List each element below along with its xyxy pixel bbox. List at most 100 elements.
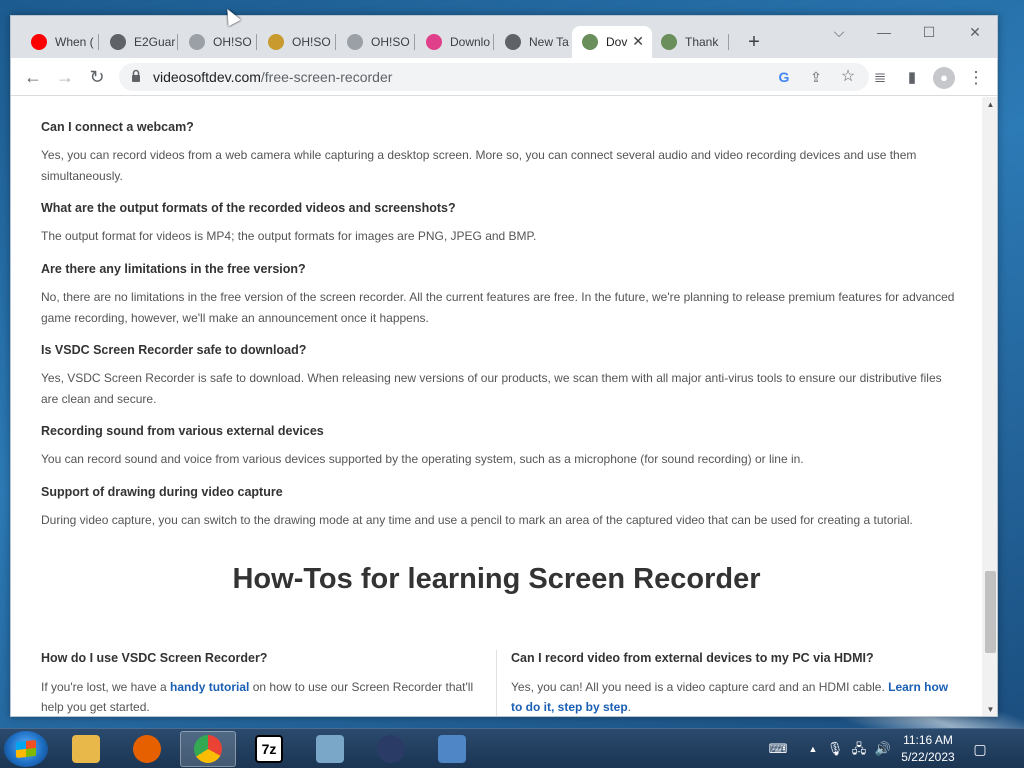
faq-item: Recording sound from various external de… [41,424,961,470]
tab-label: E2Guar [134,35,176,49]
tab-label: New Ta [529,35,569,49]
browser-tab[interactable]: OH!SO [337,26,415,58]
howto-right-question: Can I record video from external devices… [511,651,874,665]
browser-tab[interactable]: E2Guar [100,26,178,58]
page-scrollbar[interactable]: ▲ ▼ [982,97,997,716]
faq-answer: You can record sound and voice from vari… [41,452,804,466]
faq-question: Is VSDC Screen Recorder safe to download… [41,343,307,357]
browser-tab[interactable]: New Ta [495,26,573,58]
new-tab-button[interactable]: + [742,31,766,55]
clock-date: 5/22/2023 [901,750,955,764]
microphone-icon[interactable]: 🎙 [826,740,844,758]
vsdc-icon [582,34,598,50]
ohsoft-icon [347,34,363,50]
notification-icon[interactable]: ▢ [968,737,992,761]
url-text[interactable]: videosoftdev.com/free-screen-recorder [153,69,392,85]
faq-item: Support of drawing during video capture D… [41,485,961,531]
volume-icon[interactable]: 🔊 [874,740,892,758]
browser-tab[interactable]: OH!SO [179,26,257,58]
pinwheel-icon [426,34,442,50]
faq-question: Can I connect a webcam? [41,120,194,134]
lock-icon[interactable] [131,69,141,83]
tab-close-icon[interactable]: ✕ [632,33,644,50]
chrome-icon [505,34,521,50]
browser-tab[interactable]: Downlo [416,26,494,58]
taskbar-app-button[interactable] [58,731,114,767]
taskbar: ⌨ ▲ 🎙 🖧 🔊 11:16 AM 5/22/2023 ▢ 7z [0,728,1024,768]
faq-item: What are the output formats of the recor… [41,201,961,247]
profile-avatar-icon[interactable]: ● [933,67,955,89]
faq-answer: Yes, VSDC Screen Recorder is safe to dow… [41,371,942,406]
ohsoft-app-icon [377,735,405,763]
handy-tutorial-link[interactable]: handy tutorial [170,680,249,694]
faq-answer: The output format for videos is MP4; the… [41,229,537,243]
tab-label: When ( [55,35,94,49]
faq-answer: During video capture, you can switch to … [41,513,913,527]
tab-separator [493,34,494,50]
tab-separator [335,34,336,50]
scrollbar-thumb[interactable] [985,571,996,653]
scroll-up-arrow-icon[interactable]: ▲ [982,97,997,113]
taskbar-app-button[interactable] [119,731,175,767]
chrome-icon [194,735,222,763]
browser-tab[interactable]: Dov ✕ [572,26,652,58]
browser-tab[interactable]: When ( [21,26,99,58]
back-button[interactable]: ← [21,66,45,90]
firefox-icon [133,735,161,763]
faq-answer: No, there are no limitations in the free… [41,290,955,325]
taskbar-app-button[interactable] [180,731,236,767]
close-window-button[interactable]: ✕ [957,22,993,42]
howto-right-column: Can I record video from external devices… [511,651,951,716]
faq-item: Can I connect a webcam? Yes, you can reco… [41,120,961,187]
tray-expand-arrow-icon[interactable]: ▲ [804,740,822,758]
taskbar-app-button[interactable] [363,731,419,767]
faq-question: Recording sound from various external de… [41,424,324,438]
howto-right-answer: Yes, you can! All you need is a video ca… [511,677,951,716]
chrome-menu-icon[interactable]: ⋮ [965,67,987,89]
column-divider [496,650,497,716]
forward-button[interactable]: → [53,66,77,90]
maximize-button[interactable]: ☐ [911,22,947,42]
howto-left-question: How do I use VSDC Screen Recorder? [41,651,268,665]
howto-right-text-1: Yes, you can! All you need is a video ca… [511,680,889,694]
address-bar[interactable]: videosoftdev.com/free-screen-recorder G … [119,63,869,91]
browser-tab[interactable]: Thank [651,26,729,58]
howto-left-answer: If you're lost, we have a handy tutorial… [41,677,481,716]
scroll-down-arrow-icon[interactable]: ▼ [982,702,997,716]
tab-search-icon[interactable]: ⌵ [821,22,857,42]
howtos-heading: How-Tos for learning Screen Recorder [232,563,761,595]
faq-question: Support of drawing during video capture [41,485,283,499]
tab-separator [177,34,178,50]
howto-left-column: How do I use VSDC Screen Recorder? If yo… [41,651,481,716]
side-panel-icon[interactable]: ▮ [901,67,923,89]
clock-time: 11:16 AM [903,733,953,747]
google-lens-icon[interactable]: G [775,68,793,86]
faq-question: Are there any limitations in the free ve… [41,262,306,276]
minimize-button[interactable]: — [866,22,902,42]
taskbar-app-button[interactable] [424,731,480,767]
bookmark-star-icon[interactable]: ☆ [839,68,857,86]
windows-logo-icon [16,739,36,759]
page-content: Can I connect a webcam? Yes, you can reco… [11,97,982,716]
start-button[interactable] [4,731,48,767]
ohsoft-icon [189,34,205,50]
faq-answer: Yes, you can record videos from a web ca… [41,148,917,183]
window-app-icon [438,735,466,763]
task-manager-icon [316,735,344,763]
file-explorer-icon [72,735,100,763]
media-controls-icon[interactable]: ≣ [869,67,891,89]
share-icon[interactable]: ⇪ [807,68,825,86]
tab-label: OH!SO [371,35,410,49]
howto-right-text-2: . [627,700,632,714]
browser-tab[interactable]: OH!SO [258,26,336,58]
network-icon[interactable]: 🖧 [850,740,868,758]
tab-separator [256,34,257,50]
system-clock[interactable]: 11:16 AM 5/22/2023 [893,732,963,766]
tab-label: OH!SO [292,35,331,49]
taskbar-app-button[interactable] [302,731,358,767]
reload-button[interactable]: ↻ [85,66,109,90]
tab-label: Thank [685,35,719,49]
keyboard-icon[interactable]: ⌨ [766,740,790,758]
browser-window: + ⌵ — ☐ ✕ When (E2Guar OH!SO OH!SO OH!SO Dow… [10,15,998,717]
taskbar-app-button[interactable]: 7z [241,731,297,767]
